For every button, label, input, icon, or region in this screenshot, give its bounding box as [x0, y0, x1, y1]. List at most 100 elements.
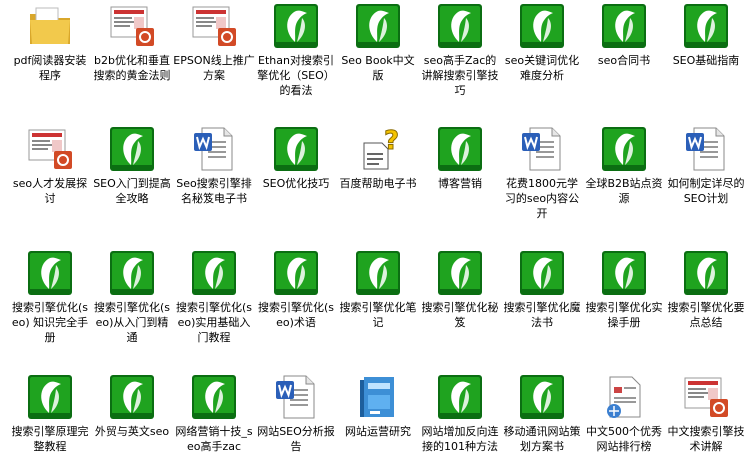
file-label: 搜索引擎原理完整教程 [11, 425, 89, 453]
file-label: seo人才发展探讨 [12, 177, 88, 205]
chm-icon [600, 2, 648, 50]
file-label: SEO基础指南 [672, 54, 740, 67]
svg-text:?: ? [384, 126, 399, 156]
file-label: 移动通讯网站策划方案书 [503, 425, 581, 453]
file-item[interactable]: Ethan对搜索引擎优化（SEO）的看法 [255, 2, 337, 98]
presentation-icon [108, 2, 156, 50]
word-icon [190, 125, 238, 173]
file-label: 博客营销 [438, 177, 482, 190]
file-label: b2b优化和垂直搜索的黄金法则 [93, 54, 171, 82]
file-label: 中文500个优秀网站排行榜 [586, 425, 662, 453]
file-label: 网站增加反向连接的101种方法 [421, 425, 499, 453]
file-item[interactable]: seo合同书 [583, 2, 665, 68]
chm-icon [272, 125, 320, 173]
chm-icon [26, 249, 74, 297]
file-item[interactable]: 网站SEO分析报告 [255, 373, 337, 454]
chm-icon [436, 249, 484, 297]
word-icon [272, 373, 320, 421]
chm-icon [682, 249, 730, 297]
file-label: 百度帮助电子书 [339, 177, 417, 190]
presentation-icon [26, 125, 74, 173]
chm-icon [108, 125, 156, 173]
file-label: 搜索引擎优化秘笈 [421, 301, 499, 329]
file-label: 如何制定详尽的SEO计划 [667, 177, 745, 205]
file-item[interactable]: 全球B2B站点资源 [583, 125, 665, 206]
file-label: 花费1800元学习的seo内容公开 [504, 177, 580, 220]
file-item[interactable]: 如何制定详尽的SEO计划 [665, 125, 747, 206]
chm-icon [354, 2, 402, 50]
presentation-icon [682, 373, 730, 421]
file-item[interactable]: 搜索引擎优化(seo)实用基础入门教程 [173, 249, 255, 345]
file-label: 搜索引擎优化(seo)从入门到精通 [93, 301, 171, 344]
file-item[interactable]: Seo Book中文版 [337, 2, 419, 83]
help-icon: ? [354, 125, 402, 173]
file-item[interactable]: EPSON线上推广方案 [173, 2, 255, 83]
chm-icon [272, 249, 320, 297]
file-item[interactable]: SEO入门到提高全攻略 [91, 125, 173, 206]
file-item[interactable]: 网站增加反向连接的101种方法 [419, 373, 501, 454]
webpage-icon [600, 373, 648, 421]
file-item[interactable]: 中文500个优秀网站排行榜 [583, 373, 665, 454]
file-label: EPSON线上推广方案 [173, 54, 255, 82]
chm-icon [518, 2, 566, 50]
file-grid: pdf阅读器安装程序 b2b优化和垂直搜索的黄金法则 EPSON线上推广方案 E… [0, 0, 750, 473]
chm-icon [272, 2, 320, 50]
word-icon [518, 125, 566, 173]
file-item[interactable]: pdf阅读器安装程序 [9, 2, 91, 83]
file-item[interactable]: b2b优化和垂直搜索的黄金法则 [91, 2, 173, 83]
file-item[interactable]: Seo搜索引擎排名秘笈电子书 [173, 125, 255, 206]
chm-icon [108, 249, 156, 297]
file-item[interactable]: 搜索引擎原理完整教程 [9, 373, 91, 454]
file-item[interactable]: seo关键词优化难度分析 [501, 2, 583, 83]
file-item[interactable]: 花费1800元学习的seo内容公开 [501, 125, 583, 221]
chm-icon [518, 373, 566, 421]
file-label: SEO优化技巧 [262, 177, 330, 190]
file-item[interactable]: SEO优化技巧 [255, 125, 337, 191]
chm-icon [436, 2, 484, 50]
file-label: 搜索引擎优化(seo) 知识完全手册 [11, 301, 89, 344]
file-label: seo合同书 [597, 54, 651, 67]
file-item[interactable]: 中文搜索引擎技术讲解 [665, 373, 747, 454]
file-item[interactable]: 搜索引擎优化魔法书 [501, 249, 583, 330]
chm-icon [436, 373, 484, 421]
file-label: seo高手Zac的讲解搜索引擎技巧 [421, 54, 499, 97]
file-item[interactable]: 搜索引擎优化秘笈 [419, 249, 501, 330]
chm-icon [600, 125, 648, 173]
file-label: seo关键词优化难度分析 [504, 54, 580, 82]
chm-icon [108, 373, 156, 421]
file-item[interactable]: ? 百度帮助电子书 [337, 125, 419, 191]
file-item[interactable]: 网站运营研究 [337, 373, 419, 439]
file-item[interactable]: 搜索引擎优化要点总结 [665, 249, 747, 330]
chm-icon [518, 249, 566, 297]
file-label: 搜索引擎优化要点总结 [667, 301, 745, 329]
presentation-icon [190, 2, 238, 50]
file-item[interactable]: 搜索引擎优化(seo)从入门到精通 [91, 249, 173, 345]
file-item[interactable]: 博客营销 [419, 125, 501, 191]
folder-icon [26, 2, 74, 50]
chm-icon [354, 249, 402, 297]
file-label: 搜索引擎优化魔法书 [503, 301, 581, 329]
file-label: 搜索引擎优化笔记 [339, 301, 417, 329]
file-label: 网站SEO分析报告 [257, 425, 335, 453]
file-item[interactable]: seo高手Zac的讲解搜索引擎技巧 [419, 2, 501, 98]
chm-icon [436, 125, 484, 173]
file-label: 搜索引擎优化(seo)术语 [257, 301, 335, 329]
file-item[interactable]: SEO基础指南 [665, 2, 747, 68]
chm-icon [600, 249, 648, 297]
file-item[interactable]: seo人才发展探讨 [9, 125, 91, 206]
file-label: 中文搜索引擎技术讲解 [667, 425, 745, 453]
file-item[interactable]: 外贸与英文seo [91, 373, 173, 439]
file-label: 网站运营研究 [345, 425, 411, 438]
file-item[interactable]: 搜索引擎优化笔记 [337, 249, 419, 330]
file-item[interactable]: 搜索引擎优化(seo)术语 [255, 249, 337, 330]
chm-icon [190, 373, 238, 421]
file-item[interactable]: 网络营销十技_seo高手zac [173, 373, 255, 454]
file-label: Ethan对搜索引擎优化（SEO）的看法 [257, 54, 335, 97]
chm-icon [190, 249, 238, 297]
file-label: 网络营销十技_seo高手zac [175, 425, 253, 453]
file-item[interactable]: 搜索引擎优化实操手册 [583, 249, 665, 330]
file-label: 搜索引擎优化(seo)实用基础入门教程 [175, 301, 253, 344]
file-item[interactable]: 移动通讯网站策划方案书 [501, 373, 583, 454]
file-label: Seo Book中文版 [341, 54, 415, 82]
file-item[interactable]: 搜索引擎优化(seo) 知识完全手册 [9, 249, 91, 345]
